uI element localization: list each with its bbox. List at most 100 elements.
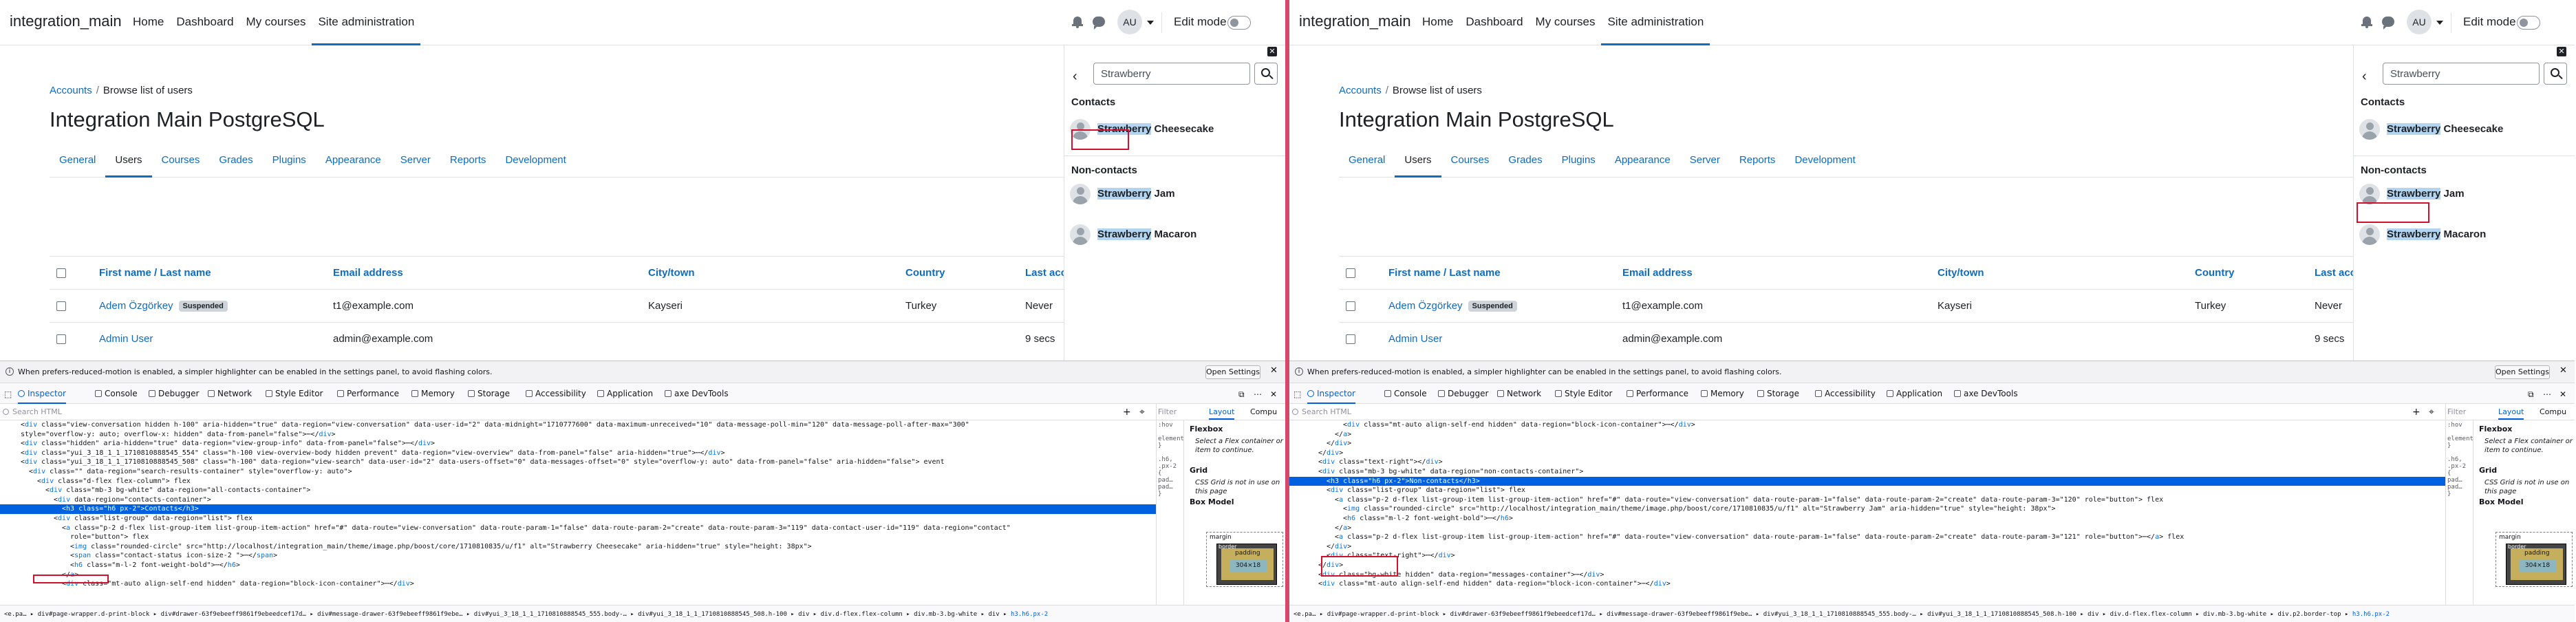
hover-pseudo-toggle[interactable]: :hov: [1158, 422, 1173, 429]
tab-performance[interactable]: Performance: [1627, 383, 1688, 404]
dom-node-line[interactable]: <div class="mb-3 bg-white" data-region="…: [1289, 467, 2445, 477]
dom-node-line[interactable]: style="overflow-y: auto; overflow-x: hid…: [0, 430, 1156, 440]
nav-home[interactable]: Home: [127, 0, 170, 45]
dom-node-line[interactable]: <h6 class="m-l-2 font-weight-bold">⋯</h6…: [1289, 514, 2445, 524]
tab-courses[interactable]: Courses: [152, 150, 210, 178]
box-model-section[interactable]: Box Model: [2479, 497, 2523, 506]
rules-filter[interactable]: Filter: [1158, 407, 1177, 416]
dom-node-line[interactable]: <div class="bg-white hidden" data-region…: [1289, 570, 2445, 580]
tab-accessibility[interactable]: Accessibility: [526, 383, 586, 404]
grid-section[interactable]: Grid: [1190, 466, 1208, 475]
dom-node-line[interactable]: <div class="d-flex flex-column"> flex: [0, 477, 1156, 486]
column-header-last-access[interactable]: Last acc: [1025, 267, 1066, 279]
breadcrumb-accounts-link[interactable]: Accounts: [50, 85, 92, 96]
drawer-close-icon[interactable]: ✕: [2557, 47, 2566, 56]
tab-computed[interactable]: Compu: [2540, 407, 2566, 416]
dom-node-line[interactable]: <div class="mt-auto align-self-end hidde…: [1289, 420, 2445, 430]
add-node-icon[interactable]: +: [2412, 407, 2421, 418]
dom-node-line[interactable]: <div data-region="contacts-container">: [0, 495, 1156, 505]
dom-breadcrumb-path[interactable]: <e.pa… ▸ div#page-wrapper.d-print-block …: [4, 611, 1007, 618]
messages-chat-icon[interactable]: [1093, 17, 1105, 30]
dom-node-line[interactable]: role="button"> flex: [0, 533, 1156, 542]
tab-appearance[interactable]: Appearance: [316, 150, 391, 178]
open-settings-button[interactable]: Open Settings: [1205, 365, 1260, 379]
tab-style-editor[interactable]: Style Editor: [1555, 383, 1612, 404]
nav-site-administration[interactable]: Site administration: [312, 0, 421, 45]
selected-dom-node[interactable]: <h3 class="h6 px-2">Contacts</h3>: [0, 504, 1156, 514]
tab-plugins[interactable]: Plugins: [1552, 150, 1605, 178]
tab-axe-devtools[interactable]: axe DevTools: [1954, 383, 2018, 404]
dom-node-line[interactable]: </div>: [1289, 449, 2445, 458]
dom-node-line[interactable]: </div>: [1289, 561, 2445, 570]
tab-style-editor[interactable]: Style Editor: [266, 383, 323, 404]
tab-plugins[interactable]: Plugins: [263, 150, 316, 178]
dom-node-line[interactable]: <div class="hidden" aria-hidden="true" d…: [0, 439, 1156, 449]
nav-dashboard[interactable]: Dashboard: [170, 0, 239, 45]
tab-application[interactable]: Application: [1887, 383, 1942, 404]
dom-node-line[interactable]: <div class="" data-region="search-result…: [0, 467, 1156, 477]
dom-breadcrumb-path[interactable]: <e.pa… ▸ div#page-wrapper.d-print-block …: [1294, 611, 2348, 618]
devtools-close-icon[interactable]: ✕: [1270, 389, 1277, 399]
dom-node-line[interactable]: <div class="mb-3 bg-white" data-region="…: [0, 486, 1156, 495]
tab-axe-devtools[interactable]: axe DevTools: [665, 383, 729, 404]
noncontact-item[interactable]: Strawberry Macaron: [1070, 221, 1276, 248]
column-header-name[interactable]: First name / Last name: [1388, 267, 1501, 279]
contact-item[interactable]: Strawberry Cheesecake: [2359, 116, 2566, 143]
tab-general[interactable]: General: [1339, 150, 1395, 178]
tab-general[interactable]: General: [50, 150, 105, 178]
html-search-bar[interactable]: Search HTML + ⌖: [1289, 404, 2445, 420]
column-header-country[interactable]: Country: [2195, 267, 2235, 279]
tab-courses[interactable]: Courses: [1441, 150, 1499, 178]
selected-dom-node[interactable]: <h3 class="h6 px-2">Non-contacts</h3>: [1289, 476, 2445, 486]
add-node-icon[interactable]: +: [1123, 407, 1131, 418]
tab-console[interactable]: Console: [1384, 383, 1427, 404]
tab-development[interactable]: Development: [1785, 150, 1865, 178]
column-header-email[interactable]: Email address: [333, 267, 403, 279]
eyedropper-icon[interactable]: ⌖: [2429, 407, 2434, 418]
drawer-search-button[interactable]: [1254, 63, 1278, 85]
rules-filter[interactable]: Filter: [2447, 407, 2466, 416]
dom-node-line[interactable]: <div class="view-conversation hidden h-1…: [0, 420, 1156, 430]
dom-node-line[interactable]: </div>: [1289, 439, 2445, 449]
eyedropper-icon[interactable]: ⌖: [1139, 407, 1145, 418]
html-search-bar[interactable]: Search HTML + ⌖: [0, 404, 1156, 420]
tab-computed[interactable]: Compu: [1250, 407, 1277, 416]
pick-element-icon[interactable]: ⬚: [4, 389, 12, 399]
open-settings-button[interactable]: Open Settings: [2495, 365, 2550, 379]
nav-my-courses[interactable]: My courses: [240, 0, 312, 45]
dom-breadcrumb-current[interactable]: h3.h6.px-2: [1011, 611, 1048, 618]
row-checkbox[interactable]: [1346, 334, 1355, 344]
column-header-last-access[interactable]: Last acc: [2315, 267, 2356, 279]
notification-bell-icon[interactable]: [1072, 17, 1083, 28]
noncontact-item[interactable]: Strawberry Jam: [1070, 180, 1276, 208]
user-menu-chevron-down-icon[interactable]: [1147, 21, 1154, 25]
tab-users[interactable]: Users: [105, 150, 152, 178]
hover-pseudo-toggle[interactable]: :hov: [2447, 422, 2462, 429]
site-brand[interactable]: integration_main: [1299, 12, 1411, 30]
tab-development[interactable]: Development: [495, 150, 575, 178]
tab-server[interactable]: Server: [391, 150, 440, 178]
devtools-options-icon[interactable]: ⋯: [1254, 389, 1262, 399]
dom-node-line[interactable]: <a class="p-2 d-flex list-group-item lis…: [1289, 533, 2445, 542]
dom-node-line[interactable]: <a class="p-2 d-flex list-group-item lis…: [1289, 495, 2445, 505]
notice-close-icon[interactable]: ✕: [2559, 365, 2567, 376]
user-avatar[interactable]: AU: [1117, 10, 1142, 34]
edit-mode-toggle[interactable]: [1227, 16, 1251, 30]
dom-node-line[interactable]: <img class="rounded-circle" src="http://…: [1289, 504, 2445, 514]
drawer-search-button[interactable]: [2544, 63, 2567, 85]
tab-appearance[interactable]: Appearance: [1605, 150, 1680, 178]
tab-network[interactable]: Network: [208, 383, 252, 404]
tab-inspector[interactable]: Inspector: [18, 383, 66, 404]
devtools-dock-icon[interactable]: ⧉: [1238, 389, 1245, 400]
user-name-link[interactable]: Admin User: [99, 333, 153, 345]
dom-node-line[interactable]: <div class="mt-auto align-self-end hidde…: [1289, 579, 2445, 589]
flexbox-section[interactable]: Flexbox: [2479, 425, 2512, 433]
column-header-country[interactable]: Country: [905, 267, 945, 279]
nav-site-administration[interactable]: Site administration: [1601, 0, 1710, 45]
devtools-dock-icon[interactable]: ⧉: [2528, 389, 2534, 400]
notification-bell-icon[interactable]: [2361, 17, 2372, 28]
user-name-link[interactable]: Adem Özgörkey: [1388, 300, 1463, 312]
tab-layout[interactable]: Layout: [2498, 407, 2524, 420]
user-name-link[interactable]: Adem Özgörkey: [99, 300, 173, 312]
tab-memory[interactable]: Memory: [411, 383, 455, 404]
